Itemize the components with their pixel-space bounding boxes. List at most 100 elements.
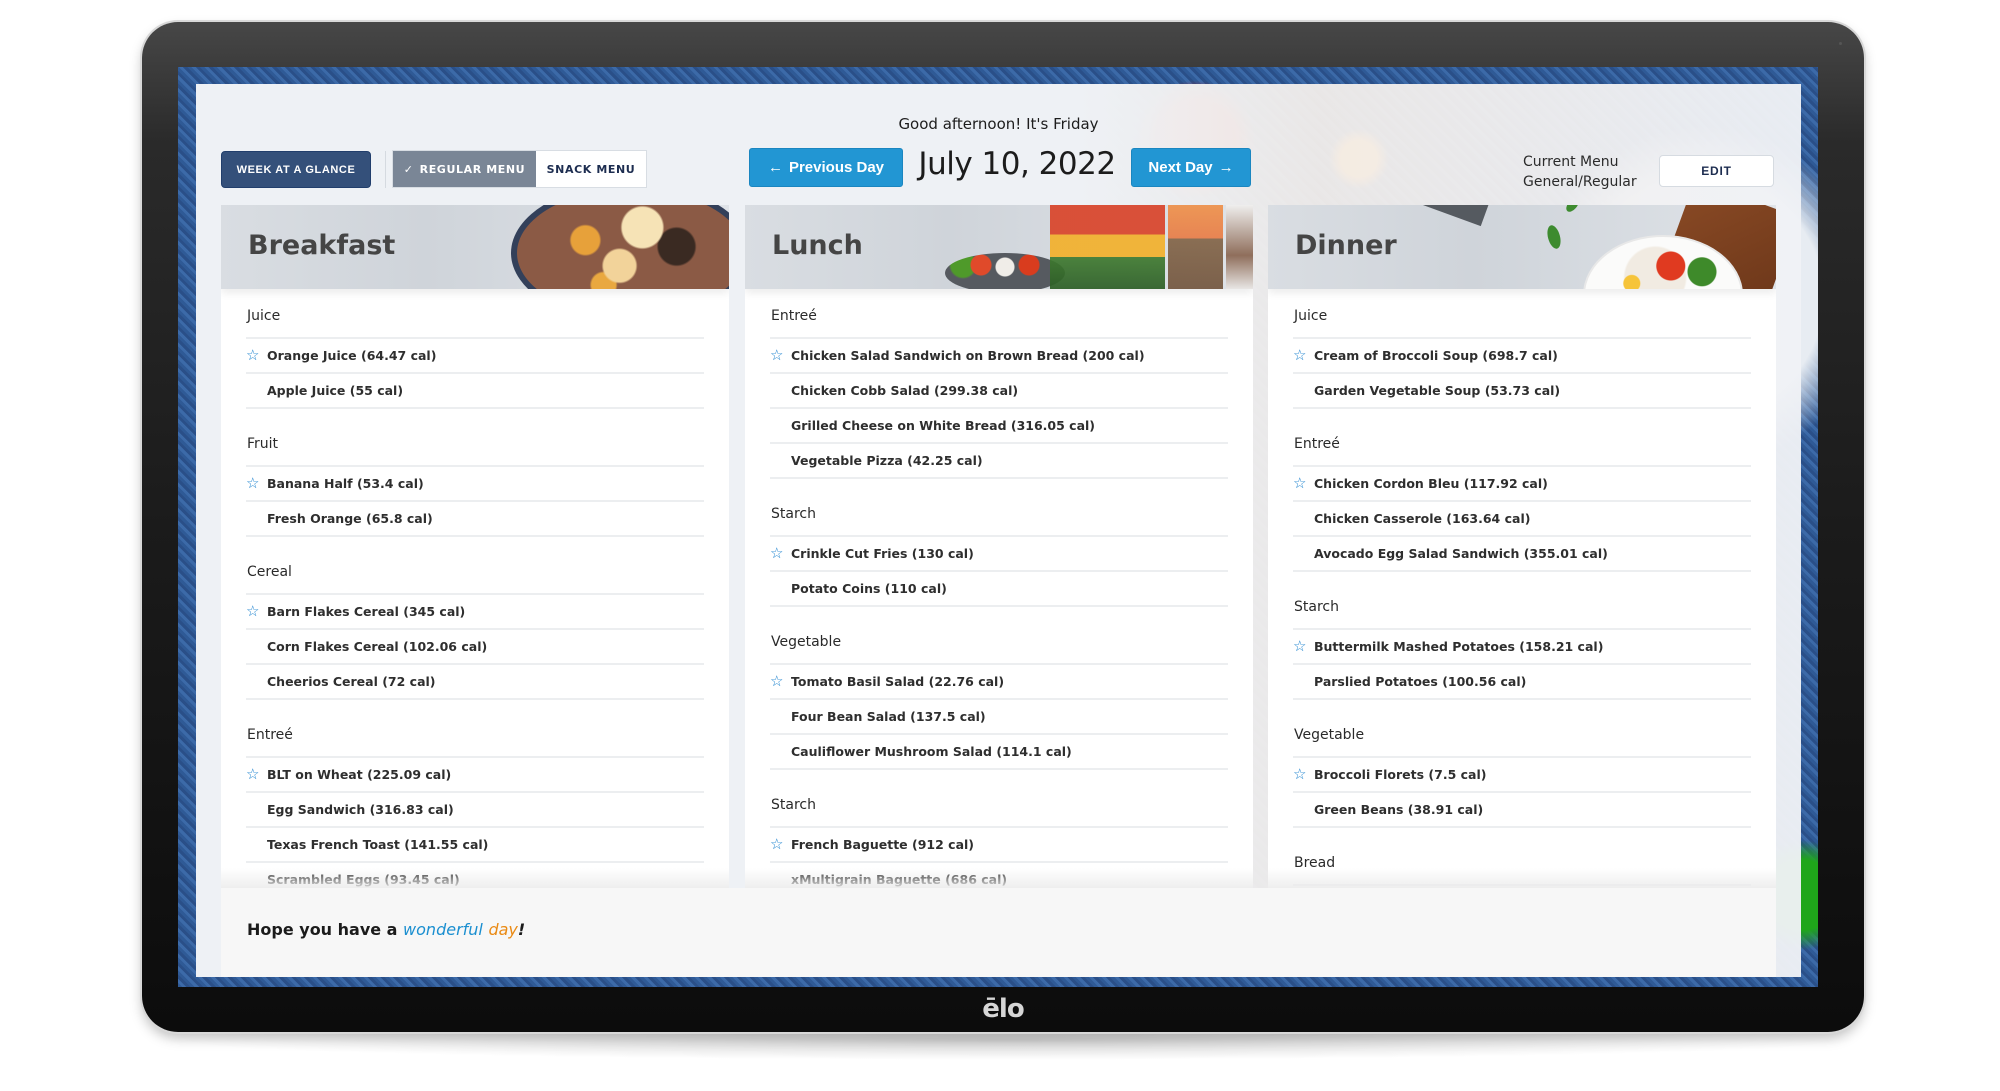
section-title: Cereal (246, 557, 704, 595)
star-icon[interactable]: ☆ (246, 476, 267, 491)
star-icon[interactable]: ☆ (770, 546, 791, 561)
menu-item-label: Chicken Cordon Bleu (117.92 cal) (1314, 476, 1548, 491)
previous-day-button[interactable]: ← Previous Day (749, 148, 903, 187)
menu-item-label: Parslied Potatoes (100.56 cal) (1314, 674, 1527, 689)
menu-item[interactable]: ☆ Buttermilk Mashed Potatoes (158.21 cal) (1293, 630, 1751, 665)
previous-day-label: Previous Day (788, 159, 885, 176)
menu-section: Entreé ☆ BLT on Wheat (225.09 cal) Egg Sand… (246, 720, 704, 888)
menu-item[interactable]: Chicken Cobb Salad (299.38 cal) (770, 374, 1228, 409)
menu-item-label: Cheerios Cereal (72 cal) (267, 674, 436, 689)
menu-item-label: Broccoli Florets (7.5 cal) (1314, 767, 1487, 782)
menu-item[interactable]: Chicken Casserole (163.64 cal) (1293, 502, 1751, 537)
menu-item[interactable]: ☆ Barn Flakes Cereal (345 cal) (246, 595, 704, 630)
menu-panel: Good afternoon! It's Friday WEEK AT A GL… (196, 84, 1801, 977)
menu-item[interactable]: Avocado Egg Salad Sandwich (355.01 cal) (1293, 537, 1751, 572)
snack-menu-tab[interactable]: SNACK MENU (536, 151, 646, 187)
section-title: Starch (1293, 592, 1751, 630)
menu-item[interactable]: Egg Sandwich (316.83 cal) (246, 793, 704, 828)
menu-section: Cereal ☆ Barn Flakes Cereal (345 cal) Corn … (246, 557, 704, 700)
menu-item[interactable]: Corn Flakes Cereal (102.06 cal) (246, 630, 704, 665)
menu-item[interactable]: Green Beans (38.91 cal) (1293, 793, 1751, 828)
section-title: Vegetable (770, 627, 1228, 665)
week-at-a-glance-button[interactable]: WEEK AT A GLANCE (221, 151, 371, 188)
menu-item[interactable]: ☆ Chicken Salad Sandwich on Brown Bread (… (770, 339, 1228, 374)
menu-item-label: Egg Sandwich (316.83 cal) (267, 802, 454, 817)
current-menu-value: General/Regular (1523, 174, 1637, 190)
meal-header: Breakfast (221, 205, 729, 289)
regular-menu-tab[interactable]: ✓ REGULAR MENU (393, 151, 536, 187)
menu-item-label: Barn Flakes Cereal (345 cal) (267, 604, 466, 619)
section-title: Juice (1293, 301, 1751, 339)
scroll-fade (221, 868, 729, 888)
menu-item[interactable]: Garden Vegetable Soup (53.73 cal) (1293, 374, 1751, 409)
menu-item-label: Banana Half (53.4 cal) (267, 476, 424, 491)
footer-message: Hope you have a wonderful day! (247, 920, 525, 939)
star-icon[interactable]: ☆ (246, 767, 267, 782)
star-icon[interactable]: ☆ (1293, 348, 1314, 363)
menu-item[interactable]: ☆ French Baguette (912 cal) (770, 828, 1228, 863)
camera-dot (1839, 42, 1842, 45)
menu-item[interactable]: Texas French Toast (141.55 cal) (246, 828, 704, 863)
star-icon[interactable]: ☆ (1293, 639, 1314, 654)
star-icon[interactable]: ☆ (246, 604, 267, 619)
meal-column-dinner: Dinner Juice ☆ Cream of Broccoli Soup (698… (1268, 205, 1776, 888)
footer-word-day: day (488, 920, 518, 939)
menu-item[interactable]: ☆ Banana Half (53.4 cal) (246, 467, 704, 502)
menu-section: Vegetable ☆ Tomato Basil Salad (22.76 cal)… (770, 627, 1228, 770)
menu-item[interactable]: Cheerios Cereal (72 cal) (246, 665, 704, 700)
menu-item[interactable]: ☆ Cream of Broccoli Soup (698.7 cal) (1293, 339, 1751, 374)
menu-section: Entreé ☆ Chicken Salad Sandwich on Brown B… (770, 301, 1228, 479)
breakfast-bowl-image (511, 205, 729, 289)
menu-item[interactable]: Fresh Orange (65.8 cal) (246, 502, 704, 537)
menu-section: Juice ☆ Orange Juice (64.47 cal) Apple Juic… (246, 301, 704, 409)
menu-item[interactable]: Four Bean Salad (137.5 cal) (770, 700, 1228, 735)
menu-item-label: Buttermilk Mashed Potatoes (158.21 cal) (1314, 639, 1604, 654)
menu-item[interactable]: Vegetable Pizza (42.25 cal) (770, 444, 1228, 479)
footer-suffix: ! (517, 920, 526, 939)
menu-item[interactable]: Parslied Potatoes (100.56 cal) (1293, 665, 1751, 700)
section-title: Entreé (246, 720, 704, 758)
menu-item-label: Chicken Cobb Salad (299.38 cal) (791, 383, 1019, 398)
meal-column-lunch: Lunch Entreé ☆ Chicken Salad Sandwich on B… (745, 205, 1253, 888)
current-menu-info: Current Menu General/Regular (1523, 152, 1637, 192)
menu-section: Starch ☆ Buttermilk Mashed Potatoes (158.2… (1293, 592, 1751, 700)
menu-item[interactable]: ☆ Tomato Basil Salad (22.76 cal) (770, 665, 1228, 700)
menu-item[interactable]: Apple Juice (55 cal) (246, 374, 704, 409)
star-icon[interactable]: ☆ (770, 348, 791, 363)
next-day-label: Next Day (1148, 159, 1213, 176)
section-title: Juice (246, 301, 704, 339)
menu-item-label: Cauliflower Mushroom Salad (114.1 cal) (791, 744, 1072, 759)
menu-item-label: Tomato Basil Salad (22.76 cal) (791, 674, 1005, 689)
snack-menu-label: SNACK MENU (546, 162, 636, 176)
menu-item-label: Crinkle Cut Fries (130 cal) (791, 546, 974, 561)
menu-item[interactable]: Grilled Cheese on White Bread (316.05 ca… (770, 409, 1228, 444)
menu-item[interactable]: ☆ Orange Juice (64.47 cal) (246, 339, 704, 374)
star-icon[interactable]: ☆ (770, 674, 791, 689)
menu-item-label: Chicken Salad Sandwich on Brown Bread (2… (791, 348, 1145, 363)
menu-item[interactable]: ☆ Crinkle Cut Fries (130 cal) (770, 537, 1228, 572)
menu-item-label: French Baguette (912 cal) (791, 837, 975, 852)
meal-sections: Entreé ☆ Chicken Salad Sandwich on Brown B… (745, 289, 1253, 888)
menu-item-label: BLT on Wheat (225.09 cal) (267, 767, 452, 782)
arrow-left-icon: ← (767, 159, 783, 176)
menu-item[interactable]: ☆ Chicken Cordon Bleu (117.92 cal) (1293, 467, 1751, 502)
greeting-text: Good afternoon! It's Friday (898, 115, 1099, 133)
menu-item[interactable]: Potato Coins (110 cal) (770, 572, 1228, 607)
next-day-button[interactable]: Next Day → (1131, 148, 1251, 187)
menu-item-label: Apple Juice (55 cal) (267, 383, 404, 398)
footer-prefix: Hope you have a (247, 920, 404, 939)
edit-menu-button[interactable]: EDIT (1659, 155, 1774, 187)
menu-item[interactable]: ☆ BLT on Wheat (225.09 cal) (246, 758, 704, 793)
section-title: Fruit (246, 429, 704, 467)
star-icon[interactable]: ☆ (246, 348, 267, 363)
meal-column-breakfast: Breakfast Juice ☆ Orange Juice (64.47 cal)… (221, 205, 729, 888)
star-icon[interactable]: ☆ (1293, 476, 1314, 491)
salad-jar-image (1226, 205, 1253, 289)
menu-item[interactable]: ☆ Broccoli Florets (7.5 cal) (1293, 758, 1751, 793)
star-icon[interactable]: ☆ (770, 837, 791, 852)
star-icon[interactable]: ☆ (1293, 767, 1314, 782)
screen: Good afternoon! It's Friday WEEK AT A GL… (178, 67, 1818, 987)
menu-item[interactable]: Cauliflower Mushroom Salad (114.1 cal) (770, 735, 1228, 770)
vegetable-plate-image (945, 253, 1065, 289)
section-title: Entreé (1293, 429, 1751, 467)
